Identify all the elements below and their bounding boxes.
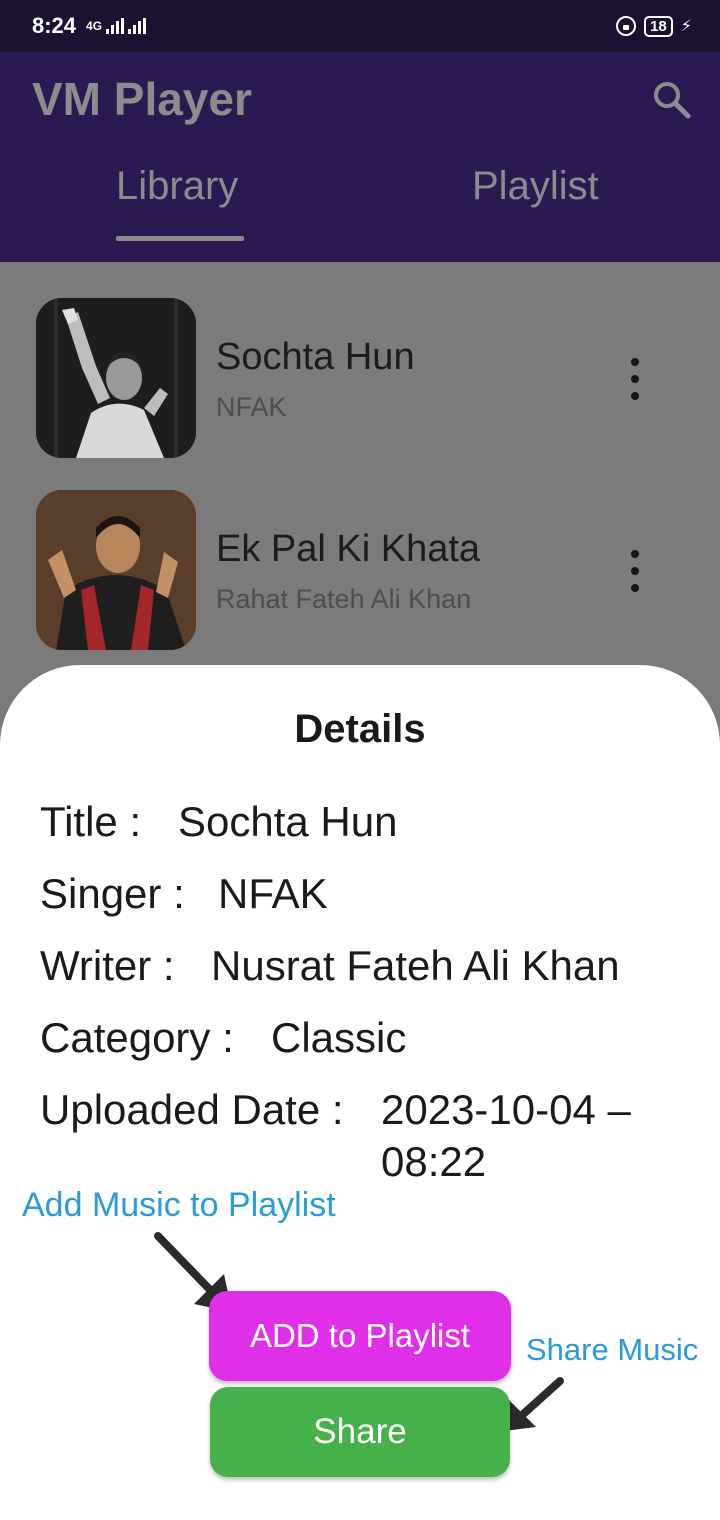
detail-value: NFAK [218, 870, 328, 917]
status-bar: 8:24 4G 18 ⚡ [0, 0, 720, 52]
share-hint-annotation: Share Music [526, 1332, 699, 1367]
charging-icon: ⚡ [680, 18, 692, 35]
detail-title-row: Title : Sochta Hun [40, 796, 397, 848]
list-item[interactable]: Sochta Hun NFAK [0, 298, 720, 460]
song-title: Sochta Hun [216, 336, 415, 378]
detail-writer-row: Writer : Nusrat Fateh Ali Khan [40, 940, 620, 992]
app-bar: VM Player Library Playlist [0, 52, 720, 262]
detail-label: Category : [40, 1014, 234, 1061]
details-heading: Details [294, 707, 426, 751]
status-right: 18 ⚡ [616, 15, 692, 37]
battery-icon: 18 [644, 15, 673, 37]
add-hint-annotation: Add Music to Playlist [22, 1186, 336, 1224]
detail-label: Uploaded Date : [40, 1086, 344, 1133]
signal-icon-2 [128, 18, 147, 34]
detail-date-row: Uploaded Date : 2023-10-04 – 08:22 [40, 1084, 631, 1185]
song-artist: Rahat Fateh Ali Khan [216, 584, 472, 614]
details-bottom-sheet: Details Title : Sochta Hun Singer : NFAK… [0, 665, 720, 1520]
detail-label: Writer : [40, 942, 175, 989]
list-item[interactable]: Ek Pal Ki Khata Rahat Fateh Ali Khan [0, 490, 720, 652]
status-time: 8:24 [32, 13, 77, 38]
album-art-image [36, 298, 196, 458]
network-type: 4G [86, 19, 103, 33]
detail-category-row: Category : Classic [40, 1012, 406, 1064]
signal-icon [106, 18, 125, 34]
tab-indicator [116, 236, 244, 241]
detail-label: Singer : [40, 870, 185, 917]
detail-value: Sochta Hun [178, 798, 398, 845]
detail-value: 2023-10-04 – [381, 1086, 631, 1133]
add-to-playlist-button[interactable]: ADD to Playlist [209, 1291, 511, 1381]
song-title: Ek Pal Ki Khata [216, 528, 481, 570]
album-art-image [36, 490, 196, 650]
share-button[interactable]: Share [210, 1387, 510, 1477]
screen: 8:24 4G 18 ⚡ VM Player Library Playlist [0, 0, 720, 1520]
detail-value: Nusrat Fateh Ali Khan [211, 942, 620, 989]
tab-library[interactable]: Library [116, 164, 238, 209]
more-vert-icon[interactable] [620, 358, 650, 400]
detail-value: Classic [271, 1014, 407, 1061]
detail-value-line2: 08:22 [381, 1138, 487, 1185]
search-icon[interactable] [650, 78, 694, 122]
detail-label: Title : [40, 798, 142, 845]
app-title: VM Player [32, 73, 252, 125]
detail-singer-row: Singer : NFAK [40, 868, 328, 920]
song-artist: NFAK [216, 392, 287, 422]
more-vert-icon[interactable] [620, 550, 650, 592]
tab-playlist[interactable]: Playlist [472, 164, 599, 209]
rotation-lock-icon [616, 16, 637, 36]
